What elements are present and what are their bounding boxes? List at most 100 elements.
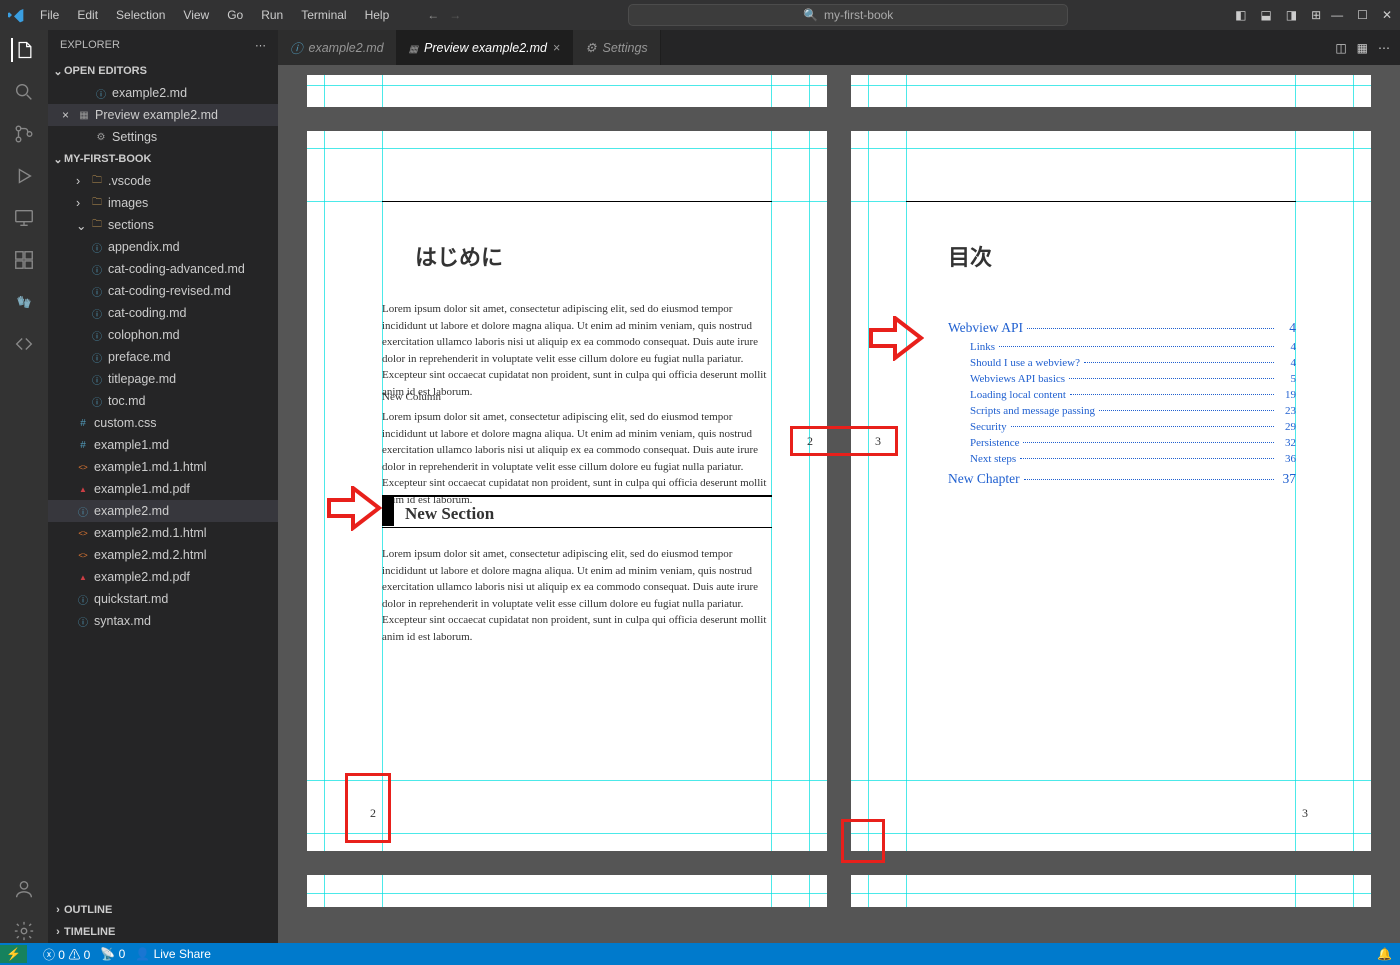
open-editor-item[interactable]: ×Preview example2.md bbox=[48, 104, 278, 126]
window-close-icon[interactable]: ✕ bbox=[1382, 8, 1392, 22]
menu-go[interactable]: Go bbox=[219, 4, 251, 26]
tab[interactable]: Settings bbox=[573, 30, 660, 65]
menu-run[interactable]: Run bbox=[253, 4, 291, 26]
status-notifications-icon[interactable]: 🔔 bbox=[1377, 947, 1392, 961]
tab-more-icon[interactable]: ⋯ bbox=[1378, 41, 1390, 55]
tree-item[interactable]: toc.md bbox=[48, 390, 278, 412]
tree-item[interactable]: preface.md bbox=[48, 346, 278, 368]
paragraph: Lorem ipsum dolor sit amet, consectetur … bbox=[382, 546, 772, 645]
run-debug-icon[interactable] bbox=[12, 164, 36, 188]
tab-grid-icon[interactable]: ▦ bbox=[1357, 41, 1368, 55]
explorer-icon[interactable] bbox=[11, 38, 35, 62]
titlebar: FileEditSelectionViewGoRunTerminalHelp ←… bbox=[0, 0, 1400, 30]
tree-item[interactable]: ›🗀.vscode bbox=[48, 170, 278, 192]
nav-forward-icon[interactable]: → bbox=[449, 8, 461, 22]
file-label: titlepage.md bbox=[108, 372, 176, 386]
live-share-icon[interactable] bbox=[12, 332, 36, 356]
source-control-icon[interactable] bbox=[12, 122, 36, 146]
split-editor-icon[interactable]: ◫ bbox=[1335, 41, 1346, 55]
remote-explorer-icon[interactable] bbox=[12, 206, 36, 230]
toc-label: New Chapter bbox=[948, 471, 1020, 487]
toc-row[interactable]: New Chapter37 bbox=[948, 471, 1296, 487]
menu-file[interactable]: File bbox=[32, 4, 67, 26]
open-editor-item[interactable]: Settings bbox=[48, 126, 278, 148]
nav-back-icon[interactable]: ← bbox=[427, 8, 439, 22]
tree-item[interactable]: custom.css bbox=[48, 412, 278, 434]
command-center[interactable]: 🔍 my-first-book bbox=[628, 4, 1068, 26]
tree-item[interactable]: example2.md.pdf bbox=[48, 566, 278, 588]
layout-panel-left-icon[interactable]: ◧ bbox=[1235, 8, 1246, 22]
settings-gear-icon[interactable] bbox=[12, 919, 36, 943]
more-icon[interactable]: ⋯ bbox=[255, 39, 266, 52]
remote-indicator[interactable]: ⚡ bbox=[0, 945, 27, 963]
menu-selection[interactable]: Selection bbox=[108, 4, 173, 26]
activity-bar: 🧤 bbox=[0, 30, 48, 943]
toc-row[interactable]: Next steps36 bbox=[948, 453, 1296, 465]
tree-item[interactable]: cat-coding.md bbox=[48, 302, 278, 324]
file-label: cat-coding-revised.md bbox=[108, 284, 231, 298]
tree-item[interactable]: example2.md.2.html bbox=[48, 544, 278, 566]
extensions-icon[interactable] bbox=[12, 248, 36, 272]
tree-item[interactable]: example2.md.1.html bbox=[48, 522, 278, 544]
info-icon bbox=[76, 504, 90, 518]
layout-customize-icon[interactable]: ⊞ bbox=[1311, 8, 1321, 22]
toc-label: Links bbox=[970, 341, 995, 353]
file-label: example2.md bbox=[94, 504, 169, 518]
layout-panel-right-icon[interactable]: ◨ bbox=[1286, 8, 1297, 22]
menu-bar: FileEditSelectionViewGoRunTerminalHelp bbox=[32, 4, 397, 26]
file-label: example2.md bbox=[112, 86, 187, 100]
info-icon bbox=[90, 328, 104, 342]
spread-pagenum-right: 3 bbox=[875, 434, 881, 449]
timeline-header[interactable]: ›TIMELINE bbox=[48, 921, 278, 943]
tree-item[interactable]: cat-coding-revised.md bbox=[48, 280, 278, 302]
tree-item[interactable]: ›🗀images bbox=[48, 192, 278, 214]
open-editor-item[interactable]: example2.md bbox=[48, 82, 278, 104]
toc-row[interactable]: Links4 bbox=[948, 341, 1296, 353]
status-live-share[interactable]: 👤 Live Share bbox=[135, 947, 211, 961]
tab[interactable]: example2.md bbox=[278, 30, 397, 65]
tree-item[interactable]: titlepage.md bbox=[48, 368, 278, 390]
toc-row[interactable]: Should I use a webview?4 bbox=[948, 357, 1296, 369]
toc-row[interactable]: Webview API4 bbox=[948, 320, 1296, 336]
menu-edit[interactable]: Edit bbox=[69, 4, 106, 26]
project-header[interactable]: ⌄MY-FIRST-BOOK bbox=[48, 148, 278, 170]
window-minimize-icon[interactable]: — bbox=[1331, 8, 1343, 22]
account-icon[interactable] bbox=[12, 877, 36, 901]
toc-page: 19 bbox=[1278, 389, 1296, 401]
tree-item[interactable]: appendix.md bbox=[48, 236, 278, 258]
tree-item[interactable]: ⌄🗀sections bbox=[48, 214, 278, 236]
preview-pane[interactable]: はじめに Lorem ipsum dolor sit amet, consect… bbox=[278, 65, 1400, 943]
window-maximize-icon[interactable]: ☐ bbox=[1357, 8, 1368, 22]
search-icon[interactable] bbox=[12, 80, 36, 104]
close-icon[interactable]: × bbox=[62, 108, 69, 122]
tree-item[interactable]: example1.md bbox=[48, 434, 278, 456]
tree-item[interactable]: quickstart.md bbox=[48, 588, 278, 610]
toc-row[interactable]: Persistence32 bbox=[948, 437, 1296, 449]
tree-item[interactable]: example2.md bbox=[48, 500, 278, 522]
toc-row[interactable]: Scripts and message passing23 bbox=[948, 405, 1296, 417]
toc-row[interactable]: Loading local content19 bbox=[948, 389, 1296, 401]
file-label: example2.md.1.html bbox=[94, 526, 207, 540]
glove-icon[interactable]: 🧤 bbox=[12, 290, 36, 314]
file-label: syntax.md bbox=[94, 614, 151, 628]
layout-panel-bottom-icon[interactable]: ⬓ bbox=[1260, 8, 1271, 22]
tree-item[interactable]: example1.md.1.html bbox=[48, 456, 278, 478]
tree-item[interactable]: syntax.md bbox=[48, 610, 278, 632]
tree-item[interactable]: cat-coding-advanced.md bbox=[48, 258, 278, 280]
menu-help[interactable]: Help bbox=[357, 4, 398, 26]
prev-icon bbox=[409, 41, 418, 55]
toc-row[interactable]: Security29 bbox=[948, 421, 1296, 433]
status-errors[interactable]: ⓧ 0 ⚠ 0 bbox=[43, 946, 90, 963]
close-icon[interactable]: × bbox=[553, 41, 560, 55]
tab[interactable]: Preview example2.md× bbox=[397, 30, 574, 65]
menu-view[interactable]: View bbox=[175, 4, 217, 26]
file-label: cat-coding-advanced.md bbox=[108, 262, 245, 276]
outline-header[interactable]: ›OUTLINE bbox=[48, 899, 278, 921]
toc-row[interactable]: Webviews API basics5 bbox=[948, 373, 1296, 385]
info-icon bbox=[90, 240, 104, 254]
tree-item[interactable]: colophon.md bbox=[48, 324, 278, 346]
tree-item[interactable]: example1.md.pdf bbox=[48, 478, 278, 500]
menu-terminal[interactable]: Terminal bbox=[293, 4, 354, 26]
status-ports[interactable]: 📡 0 bbox=[100, 947, 125, 961]
open-editors-header[interactable]: ⌄OPEN EDITORS bbox=[48, 60, 278, 82]
